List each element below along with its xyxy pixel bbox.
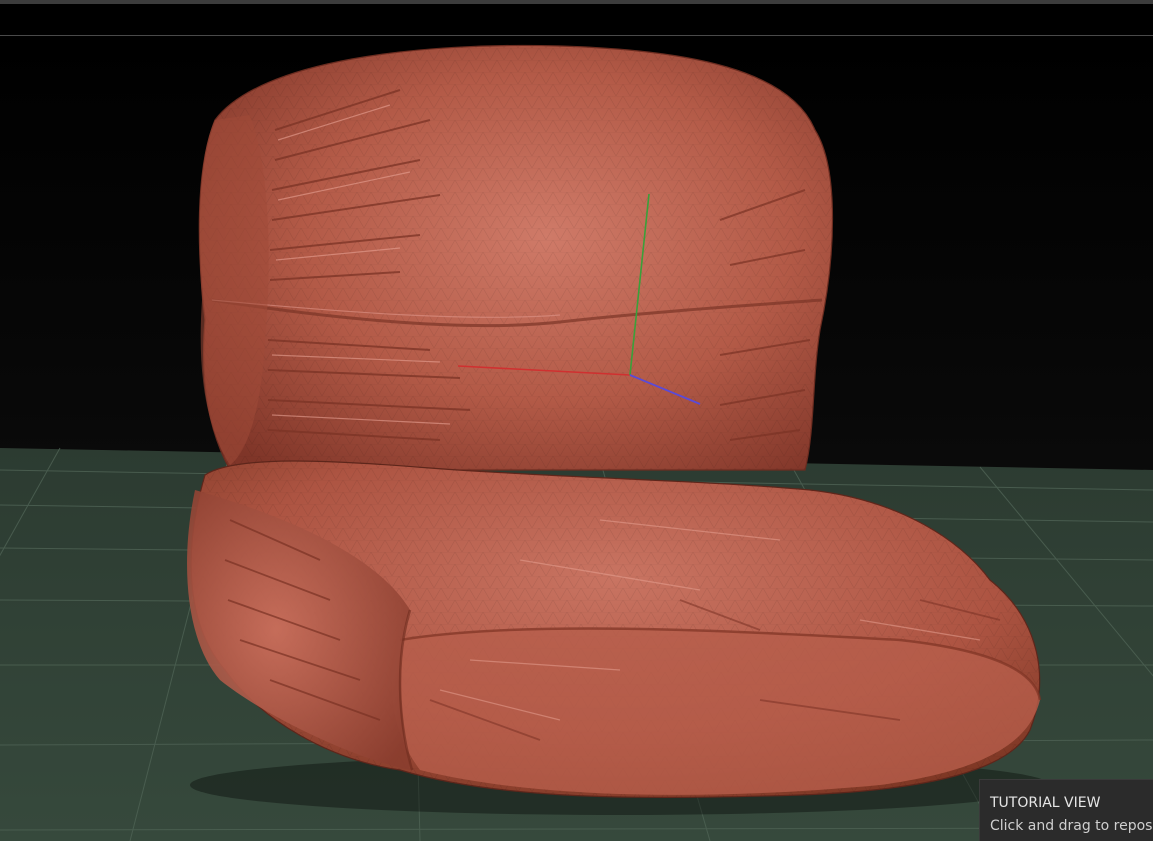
top-toolbar-edge: [0, 0, 1153, 4]
tooltip-body: Click and drag to reposi: [990, 818, 1153, 834]
3d-viewport[interactable]: [0, 36, 1153, 841]
app-window: TUTORIAL VIEW Click and drag to reposi: [0, 0, 1153, 841]
viewport-canvas[interactable]: [0, 36, 1153, 841]
tooltip-title: TUTORIAL VIEW: [990, 795, 1101, 811]
tutorial-view-tooltip: TUTORIAL VIEW Click and drag to reposi: [979, 779, 1153, 841]
